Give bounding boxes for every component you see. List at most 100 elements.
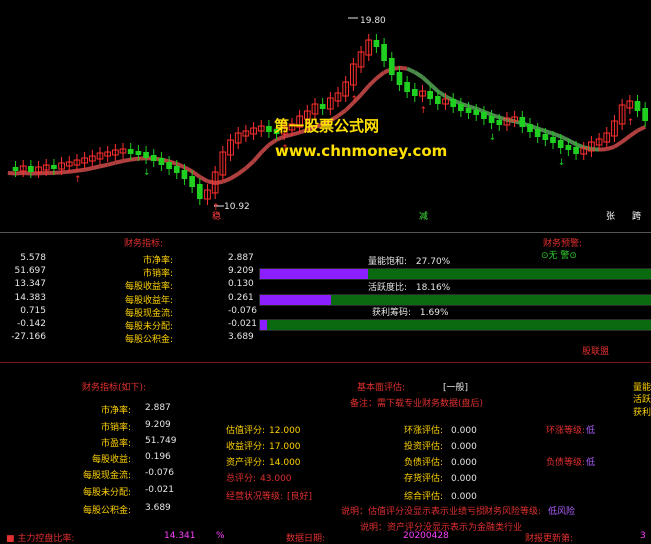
- panel-divider: [0, 362, 651, 363]
- ma-segment: [614, 142, 622, 147]
- panel1-row-label: 每股现金流:: [125, 306, 173, 319]
- panel2-row-label: 市盈率:: [101, 436, 131, 449]
- panel1-row-label: 每股收益年:: [125, 293, 173, 306]
- ma-segment: [415, 72, 423, 77]
- risk-label: 环涨评估:0.000: [404, 423, 477, 436]
- ma-segment: [115, 161, 123, 163]
- candle-body: [320, 104, 326, 109]
- ma-segment: [607, 147, 615, 149]
- level-2-label: 负债等级:: [546, 455, 585, 468]
- candle-body: [519, 117, 525, 127]
- candle-body: [435, 96, 441, 104]
- candle-body: [197, 184, 203, 199]
- panel1-left-header: 财务指标:: [124, 236, 163, 249]
- ma-segment: [430, 84, 438, 91]
- ma-segment: [261, 145, 269, 153]
- ma-segment: [92, 166, 100, 168]
- bar1-fill: [260, 269, 368, 279]
- bar1-track: [259, 268, 651, 280]
- status-date-value: 20200428: [403, 531, 449, 541]
- panel1-row-value: -27.166: [11, 332, 46, 342]
- candle-body: [458, 104, 464, 111]
- panel1-row-label: 每股公积金:: [125, 332, 173, 345]
- score-label: 收益评分:17.000: [226, 439, 301, 452]
- ma-segment: [376, 72, 384, 78]
- ma-segment: [568, 140, 576, 144]
- explain-1: 说明：估值评分没显示表示业绩亏损: [341, 504, 485, 517]
- chart-marker-2: 减: [419, 209, 428, 222]
- candle-body: [635, 101, 641, 111]
- candle-body: [128, 149, 134, 154]
- basic-eval-label: 基本面评估:: [357, 380, 405, 393]
- ma-segment: [576, 144, 584, 147]
- risk-label: 存货评估:0.000: [404, 471, 477, 484]
- ma-segment: [545, 131, 553, 134]
- panel2-row-value: 3.689: [145, 503, 171, 513]
- bar2-track: [259, 294, 651, 306]
- risk-label: 投资评估:0.000: [404, 439, 477, 452]
- candle-body: [550, 137, 556, 143]
- ma-segment: [438, 91, 446, 96]
- ma-segment: [630, 131, 638, 136]
- panel1-row-value: 51.697: [15, 266, 47, 276]
- candle-body: [51, 165, 57, 169]
- candle-body: [266, 126, 272, 132]
- candle-body: [28, 166, 34, 172]
- status-update-label: 财报更新第:: [525, 531, 573, 544]
- watermark-title: 第一股票公式网: [274, 115, 379, 136]
- candle-body: [182, 170, 188, 179]
- chart-marker-3: 张: [606, 209, 615, 222]
- chart-marker-4: 跨: [632, 209, 641, 222]
- cut-right-3: 获利: [633, 405, 651, 418]
- candle-body: [481, 112, 487, 119]
- chart-divider: [0, 232, 651, 233]
- ma-segment: [599, 149, 607, 150]
- ma-segment: [246, 161, 254, 168]
- ma-segment: [622, 136, 630, 142]
- candle-body: [427, 91, 433, 99]
- score-label: 总评分:43.000: [226, 471, 292, 484]
- ma-segment: [200, 177, 208, 181]
- panel1-row-label: 市销率:: [143, 266, 173, 279]
- ma-segment: [123, 160, 131, 161]
- ma-segment: [131, 159, 139, 160]
- down-arrow: ↓: [143, 168, 151, 178]
- candle-body: [527, 124, 533, 132]
- panel2-row-label: 每股未分配:: [83, 485, 131, 498]
- bar1-label: 量能饱和: 27.70%: [368, 254, 450, 267]
- candle-body: [473, 110, 479, 115]
- ma-segment: [231, 174, 239, 179]
- panel1-row-value2: 0.261: [228, 293, 254, 303]
- candle-body: [404, 82, 410, 92]
- ma-segment: [223, 179, 231, 182]
- watermark-url: www.chnmoney.com: [275, 142, 447, 160]
- chart-high-label: 19.80: [360, 16, 386, 26]
- candle-body: [642, 108, 648, 121]
- candles: [13, 18, 648, 206]
- score-label: 经营状况等级:[良好]: [226, 489, 312, 502]
- ma-segment: [100, 165, 108, 167]
- candle-body: [389, 58, 395, 75]
- candle-body: [174, 166, 180, 173]
- panel1-row-value2: 2.887: [228, 253, 254, 263]
- ma-segment: [215, 182, 223, 183]
- level-2-value: 低: [586, 455, 595, 468]
- ma-segment: [77, 170, 85, 171]
- panel1-row-value: -0.142: [17, 319, 46, 329]
- status-item1-unit: %: [216, 531, 225, 541]
- candle-body: [166, 162, 172, 169]
- candle-body: [374, 40, 380, 47]
- panel1-warning-status: ⊙无 警⊙: [541, 248, 577, 261]
- panel2-title: 财务指标(如下):: [82, 380, 146, 393]
- status-update-value: 3: [640, 531, 646, 541]
- bar3-fill: [260, 320, 267, 330]
- panel2-row-label: 市销率:: [101, 420, 131, 433]
- panel2-row-label: 每股公积金:: [83, 503, 131, 516]
- candle-body: [466, 108, 472, 113]
- ma-segment: [16, 173, 24, 174]
- candle-body: [136, 151, 142, 155]
- panel2-row-value: -0.021: [145, 485, 174, 495]
- candle-body: [543, 134, 549, 140]
- candle-body: [496, 120, 502, 125]
- score-label: 估值评分:12.000: [226, 423, 301, 436]
